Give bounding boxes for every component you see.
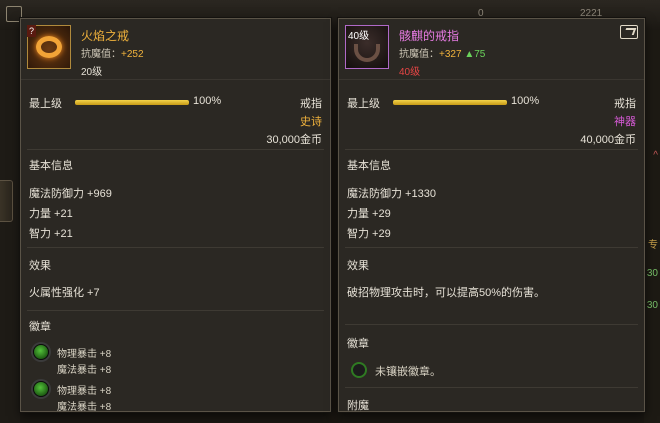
section-title-emblem: 徽章 (29, 321, 51, 333)
section-title-effect: 效果 (29, 260, 51, 272)
stat-line: 智力 +29 (347, 228, 391, 240)
right-edge-mark: 30 (646, 300, 658, 311)
icon-level: 40级 (348, 31, 370, 42)
flame-ring-icon: ? (27, 25, 71, 69)
divider (27, 247, 324, 248)
tier-progress-bar (393, 100, 507, 105)
divider (339, 79, 644, 80)
tier-percent: 100% (511, 95, 540, 107)
emblem-stat: 魔法暴击 +8 (57, 365, 112, 376)
item-price: 30,000金币 (266, 134, 322, 146)
stat-line: 魔法防御力 +1330 (347, 188, 436, 200)
tier-label: 最上级 (347, 98, 380, 110)
divider (345, 247, 638, 248)
panel-gap (330, 30, 338, 423)
stat-line: 智力 +21 (29, 228, 73, 240)
resist-label: 抗魔值：+327 ▲75 (399, 49, 486, 60)
item-corner-badge: ? (27, 25, 37, 37)
divider (345, 324, 638, 325)
right-background (644, 30, 660, 423)
right-edge-mark: 30 (646, 268, 658, 279)
item-price: 40,000金币 (580, 134, 636, 146)
right-edge-mark: ^ (653, 150, 658, 161)
resist-label: 抗魔值：+252 (81, 49, 144, 60)
side-tab[interactable] (0, 180, 13, 222)
effect-text: 火属性强化 +7 (29, 287, 100, 299)
item-slot: 戒指 (300, 98, 322, 110)
divider (345, 387, 638, 388)
left-background (0, 30, 20, 423)
emblem-stat: 魔法暴击 +8 (57, 402, 112, 412)
item-name: 火焰之戒 (81, 29, 130, 43)
tier-percent: 100% (193, 95, 222, 107)
green-emblem-icon[interactable] (33, 344, 49, 360)
share-icon[interactable] (620, 25, 638, 39)
stat-delta: ▲75 (464, 49, 486, 60)
section-title-enchant: 附魔 (347, 400, 369, 412)
divider (345, 149, 638, 150)
item-rarity: 神器 (614, 116, 636, 128)
divider (27, 310, 324, 311)
effect-text: 破招物理攻击时，可以提高50%的伤害。 (347, 287, 546, 299)
emblem-stat: 物理暴击 +8 (57, 349, 112, 360)
stat-line: 魔法防御力 +969 (29, 188, 112, 200)
emblem-stat: 物理暴击 +8 (57, 386, 112, 397)
item-name: 骸麒的戒指 (399, 29, 460, 43)
item-slot: 戒指 (614, 98, 636, 110)
stat-line: 力量 +29 (347, 208, 391, 220)
item-tooltip-left: ? 火焰之戒 抗魔值：+252 20级 最上级 100% 戒指 史诗 30,00… (20, 18, 331, 412)
section-title-emblem: 徽章 (347, 338, 369, 350)
section-title-effect: 效果 (347, 260, 369, 272)
item-level: 20级 (81, 67, 103, 78)
tier-label: 最上级 (29, 98, 62, 110)
stat-line: 力量 +21 (29, 208, 73, 220)
section-title-basic: 基本信息 (29, 160, 73, 172)
divider (27, 149, 324, 150)
item-tooltip-right: 40级 骸麒的戒指 抗魔值：+327 ▲75 40级 最上级 100% 戒指 神… (338, 18, 645, 412)
green-emblem-icon[interactable] (33, 381, 49, 397)
empty-emblem-slot-icon[interactable] (351, 362, 367, 378)
fang-ring-icon: 40级 (345, 25, 389, 69)
divider (21, 79, 330, 80)
section-title-basic: 基本信息 (347, 160, 391, 172)
tier-progress-bar (75, 100, 189, 105)
right-edge-mark: 专 (648, 240, 658, 251)
item-level: 40级 (399, 67, 421, 78)
emblem-empty-text: 未镶嵌徽章。 (375, 366, 441, 378)
item-rarity: 史诗 (300, 116, 322, 128)
